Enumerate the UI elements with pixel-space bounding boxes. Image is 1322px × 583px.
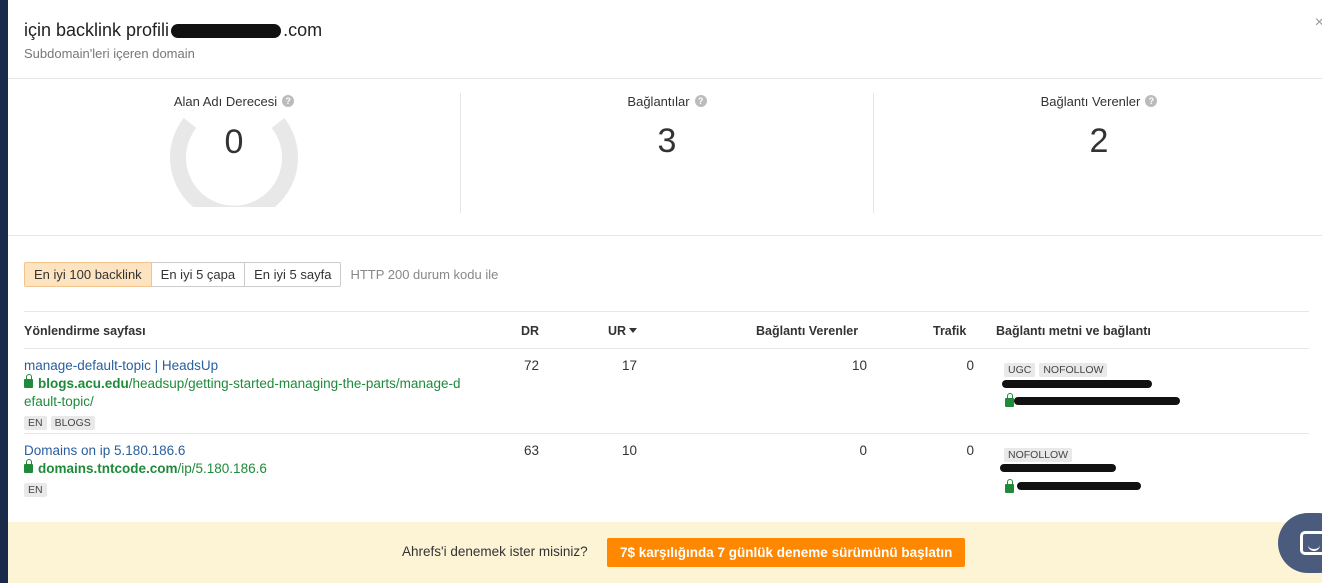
lock-icon bbox=[1005, 393, 1014, 407]
traffic-cell: 0 bbox=[966, 443, 974, 458]
lock-icon bbox=[24, 459, 33, 473]
page-subtitle: Subdomain'leri içeren domain bbox=[24, 46, 195, 61]
stats-panel: Alan Adı Derecesi? 0 Bağlantılar? 3 Bağl… bbox=[8, 79, 1322, 236]
language-badge: EN bbox=[24, 416, 47, 430]
table-row: Domains on ip 5.180.186.6 domains.tntcod… bbox=[24, 434, 1309, 520]
trial-banner: Ahrefs'i denemek ister misiniz? 7$ karşı… bbox=[8, 522, 1322, 583]
stat-domain-rating: Alan Adı Derecesi? 0 bbox=[8, 79, 460, 236]
stat-label-referring-domains: Bağlantı Verenler bbox=[1040, 94, 1141, 109]
close-icon[interactable]: × bbox=[1315, 14, 1322, 32]
ur-cell: 10 bbox=[621, 443, 637, 458]
redacted-anchor-url[interactable] bbox=[1014, 397, 1180, 405]
stat-label-backlinks: Bağlantılar bbox=[627, 94, 690, 109]
redacted-domain bbox=[171, 24, 282, 39]
dr-cell: 63 bbox=[523, 443, 539, 458]
dr-cell: 72 bbox=[523, 358, 539, 373]
help-icon[interactable]: ? bbox=[282, 95, 295, 107]
col-referring-page[interactable]: Yönlendirme sayfası bbox=[24, 324, 146, 338]
col-traffic[interactable]: Trafik bbox=[933, 324, 966, 338]
col-ur[interactable]: UR bbox=[608, 324, 638, 338]
col-ur-label: UR bbox=[608, 324, 627, 338]
nofollow-badge: NOFOLLOW bbox=[1039, 363, 1108, 377]
ur-cell: 17 bbox=[621, 358, 637, 373]
help-icon[interactable]: ? bbox=[1145, 95, 1158, 107]
page-tags: EN bbox=[24, 480, 464, 497]
category-badge: BLOGS bbox=[50, 416, 95, 430]
chat-icon bbox=[1300, 531, 1322, 555]
url-domain: domains.tntcode.com bbox=[38, 461, 178, 476]
referring-domains-value: 2 bbox=[1089, 122, 1109, 160]
referring-page-title[interactable]: Domains on ip 5.180.186.6 bbox=[24, 443, 464, 458]
col-dr[interactable]: DR bbox=[521, 324, 539, 338]
title-suffix: .com bbox=[283, 20, 323, 40]
title-prefix: için backlink profili bbox=[24, 20, 170, 40]
dr-value: 0 bbox=[224, 123, 244, 161]
backlink-profile-modal: için backlink profili .com Subdomain'leri… bbox=[8, 0, 1322, 583]
trial-banner-text: Ahrefs'i denemek ister misiniz? bbox=[402, 544, 588, 559]
background-page-edge bbox=[0, 0, 8, 583]
lock-icon bbox=[1005, 479, 1014, 493]
language-badge: EN bbox=[24, 483, 47, 497]
http-status-note: HTTP 200 durum kodu ile bbox=[350, 267, 499, 282]
referring-page-title[interactable]: manage-default-topic | HeadsUp bbox=[24, 358, 464, 373]
ref-domains-cell: 10 bbox=[851, 358, 867, 373]
table-row: manage-default-topic | HeadsUp blogs.acu… bbox=[24, 349, 1309, 434]
lock-icon bbox=[24, 374, 33, 388]
redacted-anchor-url[interactable] bbox=[1017, 482, 1141, 490]
modal-header: için backlink profili .com Subdomain'leri… bbox=[8, 0, 1322, 79]
referring-page-url[interactable]: domains.tntcode.com/ip/5.180.186.6 bbox=[24, 459, 464, 478]
col-referring-domains[interactable]: Bağlantı Verenler bbox=[756, 324, 858, 338]
backlinks-value: 3 bbox=[657, 122, 677, 160]
tab-top-100-backlinks[interactable]: En iyi 100 backlink bbox=[24, 262, 152, 287]
table-header: Yönlendirme sayfası DR UR Bağlantı Veren… bbox=[24, 311, 1309, 349]
start-trial-button[interactable]: 7$ karşılığında 7 günlük deneme sürümünü… bbox=[607, 538, 966, 567]
referring-page-url[interactable]: blogs.acu.edu/headsup/getting-started-ma… bbox=[24, 374, 464, 411]
redacted-anchor-text bbox=[1000, 464, 1116, 472]
url-path: /ip/5.180.186.6 bbox=[177, 461, 267, 476]
stat-label-domain-rating: Alan Adı Derecesi bbox=[173, 94, 278, 109]
tab-top-5-pages[interactable]: En iyi 5 sayfa bbox=[244, 262, 342, 287]
sort-desc-icon bbox=[629, 328, 638, 333]
ugc-badge: UGC bbox=[1004, 363, 1036, 377]
ref-domains-cell: 0 bbox=[859, 443, 867, 458]
help-icon[interactable]: ? bbox=[694, 95, 707, 107]
col-anchor-and-link[interactable]: Bağlantı metni ve bağlantı bbox=[996, 324, 1151, 338]
page-tags: EN BLOGS bbox=[24, 413, 464, 430]
url-domain: blogs.acu.edu bbox=[38, 376, 129, 391]
traffic-cell: 0 bbox=[966, 358, 974, 373]
redacted-anchor-text bbox=[1002, 380, 1152, 388]
link-attributes: NOFOLLOW bbox=[1004, 445, 1076, 462]
tab-top-5-anchors[interactable]: En iyi 5 çapa bbox=[150, 262, 246, 287]
backlink-tabs: En iyi 100 backlink En iyi 5 çapa En iyi… bbox=[24, 262, 498, 287]
stat-backlinks: Bağlantılar? 3 bbox=[460, 93, 873, 213]
stat-referring-domains: Bağlantı Verenler? 2 bbox=[873, 93, 1322, 213]
link-attributes: UGC NOFOLLOW bbox=[1004, 360, 1111, 377]
nofollow-badge: NOFOLLOW bbox=[1004, 448, 1073, 462]
page-title: için backlink profili .com bbox=[24, 20, 322, 41]
